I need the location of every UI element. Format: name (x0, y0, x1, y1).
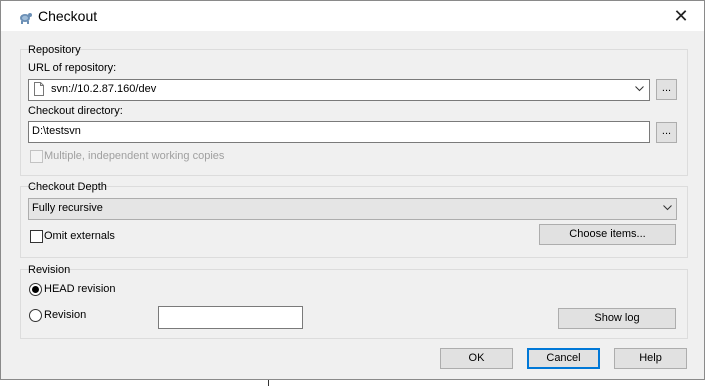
depth-selected-value: Fully recursive (32, 202, 103, 214)
help-button[interactable]: Help (614, 348, 687, 369)
checkout-directory-value: D:\testsvn (32, 125, 81, 137)
checkout-depth-group-label: Checkout Depth (28, 181, 107, 193)
close-icon[interactable]: ✕ (658, 1, 704, 31)
revision-label: Revision (44, 309, 87, 321)
choose-items-button[interactable]: Choose items... (539, 224, 676, 245)
tortoise-svn-icon (20, 13, 32, 24)
directory-browse-button[interactable]: ... (656, 122, 677, 143)
window-title: Checkout (38, 8, 98, 24)
url-combobox[interactable]: svn://10.2.87.160/dev (28, 79, 650, 101)
chevron-down-icon[interactable] (663, 205, 672, 211)
checkout-directory-input[interactable]: D:\testsvn (28, 121, 650, 143)
radio-selected-dot (32, 286, 39, 293)
checkout-dialog: Checkout ✕ Repository URL of repository:… (0, 0, 705, 380)
title-bar: Checkout ✕ (1, 1, 704, 31)
omit-externals-label: Omit externals (44, 230, 115, 242)
head-revision-label: HEAD revision (44, 283, 116, 295)
multiple-copies-checkbox[interactable] (30, 150, 43, 163)
head-revision-radio[interactable] (29, 283, 42, 296)
repository-group-label: Repository (28, 44, 81, 56)
show-log-button[interactable]: Show log (558, 308, 676, 329)
document-icon (34, 82, 44, 96)
revision-input[interactable] (158, 306, 303, 329)
cancel-button[interactable]: Cancel (527, 348, 600, 369)
ok-button[interactable]: OK (440, 348, 513, 369)
url-label: URL of repository: (28, 62, 117, 74)
bottom-marker (268, 380, 269, 386)
chevron-down-icon[interactable] (635, 86, 644, 92)
url-browse-button[interactable]: ... (656, 79, 677, 100)
url-value: svn://10.2.87.160/dev (51, 83, 157, 95)
checkout-directory-label: Checkout directory: (28, 105, 123, 117)
multiple-copies-label: Multiple, independent working copies (44, 150, 225, 162)
revision-radio[interactable] (29, 309, 42, 322)
revision-group-label: Revision (28, 264, 71, 276)
omit-externals-checkbox[interactable] (30, 230, 43, 243)
depth-select[interactable]: Fully recursive (28, 198, 677, 220)
checkout-depth-group: Checkout Depth (20, 181, 688, 258)
